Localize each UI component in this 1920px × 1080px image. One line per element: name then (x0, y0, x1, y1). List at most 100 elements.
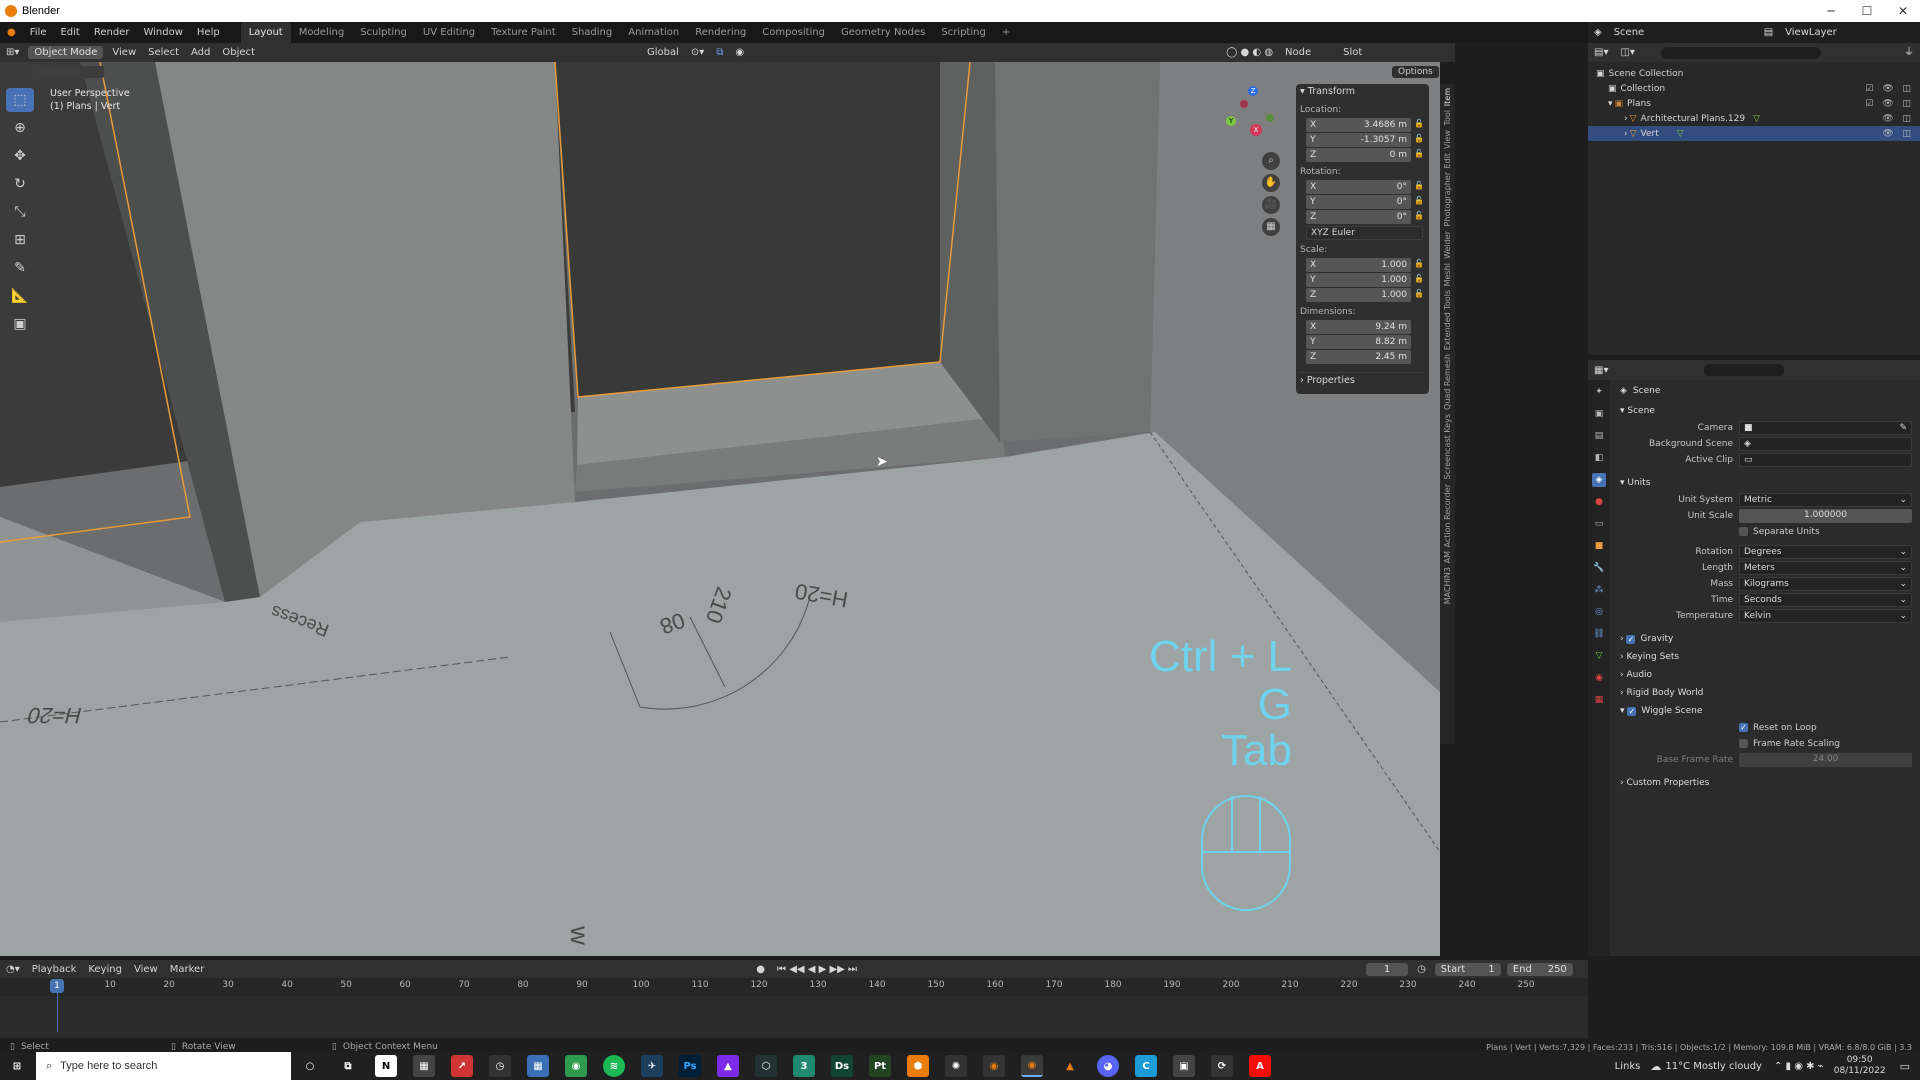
sidebar-tab-item[interactable]: Item (1443, 88, 1452, 106)
move-tool-icon[interactable]: ✥ (6, 144, 34, 168)
transform-tool-icon[interactable]: ⊞ (6, 228, 34, 252)
properties-editor-icon[interactable]: ▦▾ (1588, 361, 1614, 380)
measure-tool-icon[interactable]: 📐 (6, 284, 34, 308)
location-x-field[interactable]: X 3.4686 m 🔓 (1306, 118, 1424, 132)
sidebar-tab-screencast-keys[interactable]: Screencast Keys (1443, 414, 1452, 479)
lock-icon[interactable]: 🔓 (1414, 289, 1424, 298)
blender-app-icon[interactable]: ◉ (983, 1055, 1005, 1077)
taskbar-clock[interactable]: 09:50 08/11/2022 (1834, 1055, 1886, 1077)
close-button[interactable]: ✕ (1886, 0, 1920, 22)
tab-compositing[interactable]: Compositing (754, 22, 833, 43)
gravity-checkbox[interactable]: ✓ (1626, 634, 1636, 644)
custom-properties-section-header[interactable]: › Custom Properties (1614, 774, 1920, 792)
lock-icon[interactable]: 🔓 (1414, 181, 1424, 190)
dimensions-y-field[interactable]: Y 8.82 m (1306, 335, 1411, 349)
tab-sculpting[interactable]: Sculpting (352, 22, 415, 43)
menu-keying[interactable]: Keying (82, 960, 128, 979)
menu-marker[interactable]: Marker (164, 960, 211, 979)
output-tab-icon[interactable]: ▤ (1592, 429, 1606, 443)
playback-controls-icons[interactable]: ⏮ ◀◀ ◀ ▶ ▶▶ ⏭ (771, 960, 863, 979)
slot-dropdown[interactable]: Slot (1337, 43, 1397, 62)
editor-type-icon[interactable]: ⊞▾ (0, 43, 25, 62)
3d-viewport[interactable]: H=20 Recess 08 210 H=20 w User Perspecti… (0, 62, 1440, 956)
dimensions-x-field[interactable]: X 9.24 m (1306, 320, 1411, 334)
tab-animation[interactable]: Animation (620, 22, 687, 43)
physics-tab-icon[interactable]: ◎ (1592, 605, 1606, 619)
sidebar-tab-view[interactable]: View (1443, 130, 1452, 149)
davinci-app-icon[interactable]: Ds (831, 1055, 853, 1077)
current-frame-field[interactable]: 1 (1366, 962, 1409, 976)
outliner-row-plans[interactable]: ▾ ▣ Plans ☑ 👁 ◫ (1588, 96, 1920, 111)
app-icon[interactable]: 3 (793, 1055, 815, 1077)
app-icon[interactable]: ✈ (641, 1055, 663, 1077)
menu-view[interactable]: View (128, 960, 164, 979)
data-tab-icon[interactable]: ▽ (1592, 649, 1606, 663)
outliner-row-scene-collection[interactable]: ▣ Scene Collection (1588, 66, 1920, 81)
clock-app-icon[interactable]: ◷ (489, 1055, 511, 1077)
texture-tab-icon[interactable]: ▦ (1592, 693, 1606, 707)
scene-tab-icon[interactable]: ◈ (1592, 473, 1606, 487)
unit-scale-field[interactable]: 1.000000 (1739, 509, 1912, 523)
viewlayer-selector[interactable]: ViewLayer (1779, 23, 1843, 42)
wiggle-scene-section-header[interactable]: ▾ ✓ Wiggle Scene (1614, 702, 1920, 720)
location-z-field[interactable]: Z0 m 🔓 (1306, 148, 1424, 162)
app-icon[interactable]: C (1135, 1055, 1157, 1077)
visibility-icons[interactable]: ☑ 👁 ◫ (1865, 99, 1914, 109)
visibility-icons[interactable]: 👁 ◫ (1882, 114, 1914, 124)
cursor-tool-icon[interactable]: ⊕ (6, 116, 34, 140)
notion-app-icon[interactable]: N (375, 1055, 397, 1077)
add-workspace-button[interactable]: + (994, 22, 1018, 43)
start-frame-field[interactable]: Start 1 (1434, 962, 1501, 976)
units-section-header[interactable]: ▾ Units (1614, 474, 1920, 492)
pivot-icon[interactable]: ⊙▾ (685, 43, 710, 62)
add-cube-tool-icon[interactable]: ▣ (6, 312, 34, 336)
gravity-section-header[interactable]: › ✓ Gravity (1614, 630, 1920, 648)
playhead[interactable]: 1 (50, 979, 64, 993)
temperature-units-dropdown[interactable]: Kelvin ⌄ (1739, 609, 1912, 623)
scene-section-header[interactable]: ▾ Scene (1614, 402, 1920, 420)
app-icon[interactable]: ⟳ (1211, 1055, 1233, 1077)
view-layer-tab-icon[interactable]: ◧ (1592, 451, 1606, 465)
navigation-gizmo[interactable]: Z Y X (1220, 86, 1280, 146)
properties-search-input[interactable] (1704, 364, 1785, 376)
system-tray-icons[interactable]: ⌃ ▮ ◉ ✱ ⌁ (1774, 1061, 1824, 1072)
maximize-button[interactable]: ☐ (1850, 0, 1884, 22)
menu-file[interactable]: File (23, 22, 54, 43)
transform-panel-header[interactable]: ▾ Transform (1300, 84, 1425, 100)
separate-units-checkbox[interactable]: Separate Units (1739, 527, 1820, 537)
frame-rate-scaling-checkbox[interactable]: Frame Rate Scaling (1739, 739, 1840, 749)
app-icon[interactable]: ✺ (945, 1055, 967, 1077)
lock-icon[interactable]: 🔓 (1414, 149, 1424, 158)
outliner-row-architectural-plans[interactable]: › ▽ Architectural Plans.129 ▽ 👁 ◫ (1588, 111, 1920, 126)
gizmo-axis-neg[interactable] (1240, 100, 1248, 108)
select-box-tool-icon[interactable]: ⬚ (6, 88, 34, 112)
gizmo-axis-neg[interactable] (1266, 114, 1274, 122)
render-tab-icon[interactable]: ▣ (1592, 407, 1606, 421)
tab-rendering[interactable]: Rendering (687, 22, 754, 43)
ortho-grid-icon[interactable]: ▦ (1262, 218, 1280, 236)
minimize-button[interactable]: ─ (1814, 0, 1848, 22)
timeline-ruler[interactable]: 1 10 20 30 40 50 60 70 80 90 100 110 120 130 140 150 16… (0, 978, 1588, 996)
lock-icon[interactable]: 🔓 (1414, 134, 1424, 143)
mode-dropdown[interactable]: Object Mode (28, 46, 104, 59)
sidebar-tab-welder[interactable]: Welder (1443, 231, 1452, 259)
outliner-editor-icon[interactable]: ▤▾ (1588, 43, 1614, 62)
record-icon[interactable]: ● (750, 960, 771, 979)
dimensions-z-field[interactable]: Z 2.45 m (1306, 350, 1411, 364)
audio-section-header[interactable]: › Audio (1614, 666, 1920, 684)
discord-app-icon[interactable]: ◕ (1097, 1055, 1119, 1077)
display-mode-icon[interactable]: ◫▾ (1614, 43, 1640, 62)
outliner-row-collection[interactable]: ▣ Collection ☑ 👁 ◫ (1588, 81, 1920, 96)
scale-x-field[interactable]: X 1.000 🔓 (1306, 258, 1424, 272)
weather-label[interactable]: 11°C Mostly cloudy (1665, 1061, 1762, 1072)
eyedropper-icon[interactable]: ✎ (1899, 422, 1907, 434)
vlc-app-icon[interactable]: ▲ (1059, 1055, 1081, 1077)
cortana-icon[interactable]: ○ (299, 1055, 321, 1077)
timeline-editor-icon[interactable]: ◔▾ (0, 960, 26, 979)
zoom-icon[interactable]: ⌕ (1262, 152, 1280, 170)
active-clip-field[interactable]: ▭ (1739, 453, 1912, 467)
sidebar-tab-meshi[interactable]: MeshI (1443, 263, 1452, 286)
filter-icon[interactable]: ⏚ (1898, 43, 1920, 62)
snap-icon[interactable]: ⧉ (710, 43, 729, 62)
lock-icon[interactable]: 🔓 (1414, 259, 1424, 268)
